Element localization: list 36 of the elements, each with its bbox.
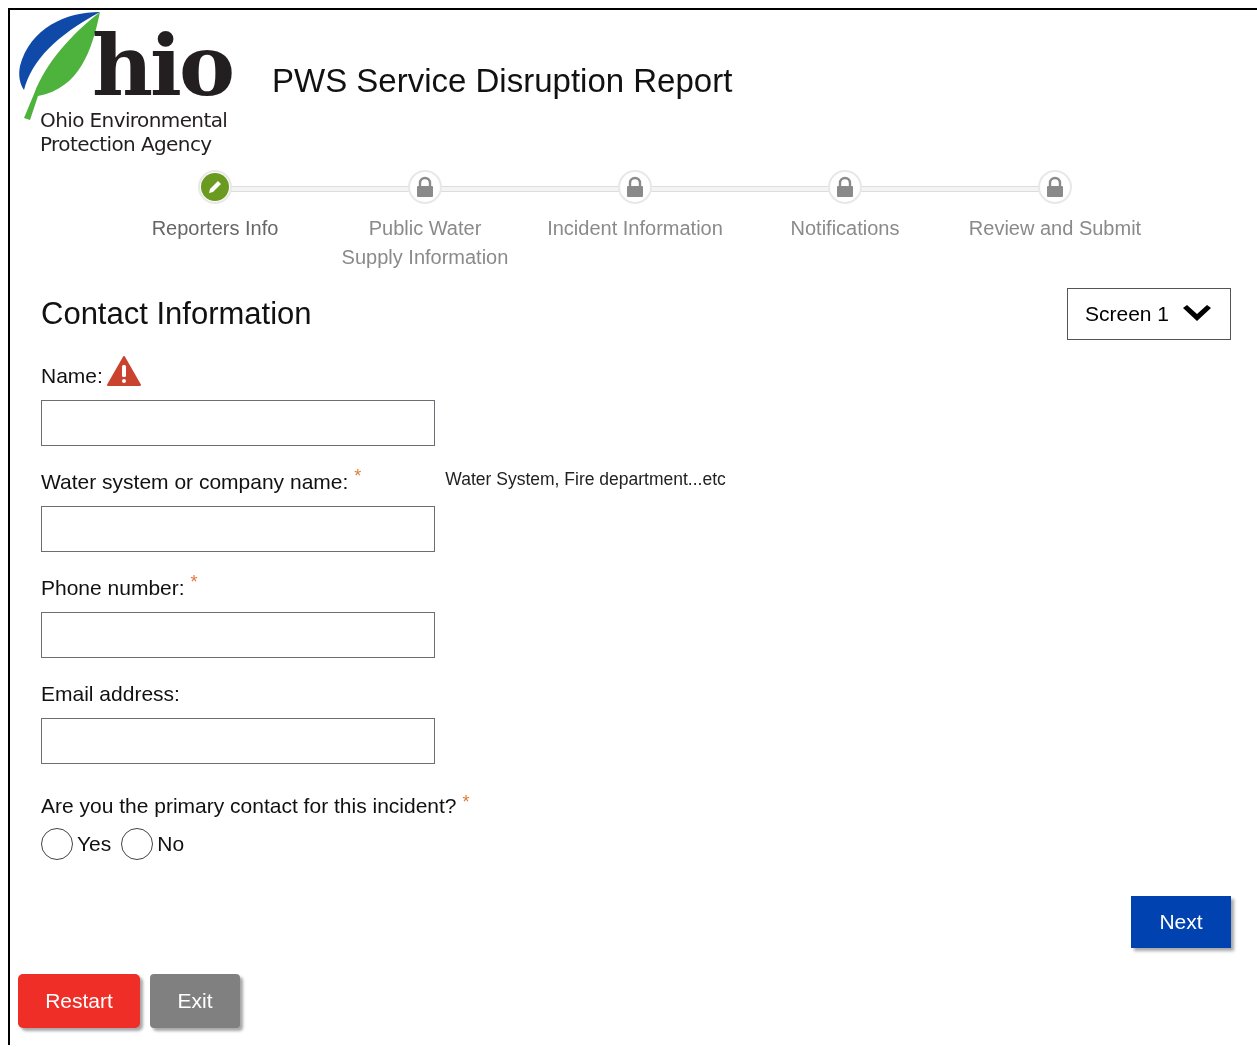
step-label[interactable]: Incident Information [530, 214, 740, 243]
logo-wordmark: hio [92, 24, 232, 108]
lock-icon[interactable] [1038, 170, 1072, 204]
text-field[interactable] [41, 718, 435, 764]
radio-button[interactable] [41, 828, 73, 860]
required-asterisk: * [190, 572, 198, 593]
text-field[interactable] [41, 400, 435, 446]
field-label: Phone number: [41, 576, 185, 600]
field-label: Email address: [41, 682, 180, 706]
radio-label[interactable]: Yes [77, 832, 112, 856]
step-label[interactable]: Notifications [740, 214, 950, 243]
field-label: Water system or company name: [41, 470, 349, 494]
step-label[interactable]: Reporters Info [110, 214, 320, 243]
radio-button[interactable] [121, 828, 154, 860]
text-field[interactable] [41, 612, 435, 658]
lock-icon[interactable] [828, 170, 862, 204]
exit-button[interactable]: Exit [150, 974, 240, 1028]
field-hint: Water System, Fire department...etc [445, 469, 726, 490]
section-title: Contact Information [41, 296, 312, 332]
required-asterisk: * [462, 792, 470, 813]
required-asterisk: * [354, 466, 362, 487]
radio-label[interactable]: No [157, 832, 185, 856]
step-label[interactable]: Review and Submit [950, 214, 1160, 243]
restart-button[interactable]: Restart [18, 974, 140, 1028]
step-label[interactable]: Public Water Supply Information [320, 214, 530, 272]
question-label: Are you the primary contact for this incident? [41, 794, 457, 818]
page-title: PWS Service Disruption Report [272, 62, 733, 100]
pencil-icon[interactable] [198, 170, 232, 204]
agency-name: Protection Agency [39, 132, 213, 156]
agency-name: Ohio Environmental [39, 108, 229, 132]
lock-icon[interactable] [618, 170, 652, 204]
text-field[interactable] [41, 506, 435, 552]
next-button[interactable]: Next [1131, 896, 1231, 948]
screen-dropdown[interactable]: Screen 1 [1067, 288, 1231, 340]
lock-icon[interactable] [408, 170, 442, 204]
field-label: Name: [41, 364, 103, 388]
